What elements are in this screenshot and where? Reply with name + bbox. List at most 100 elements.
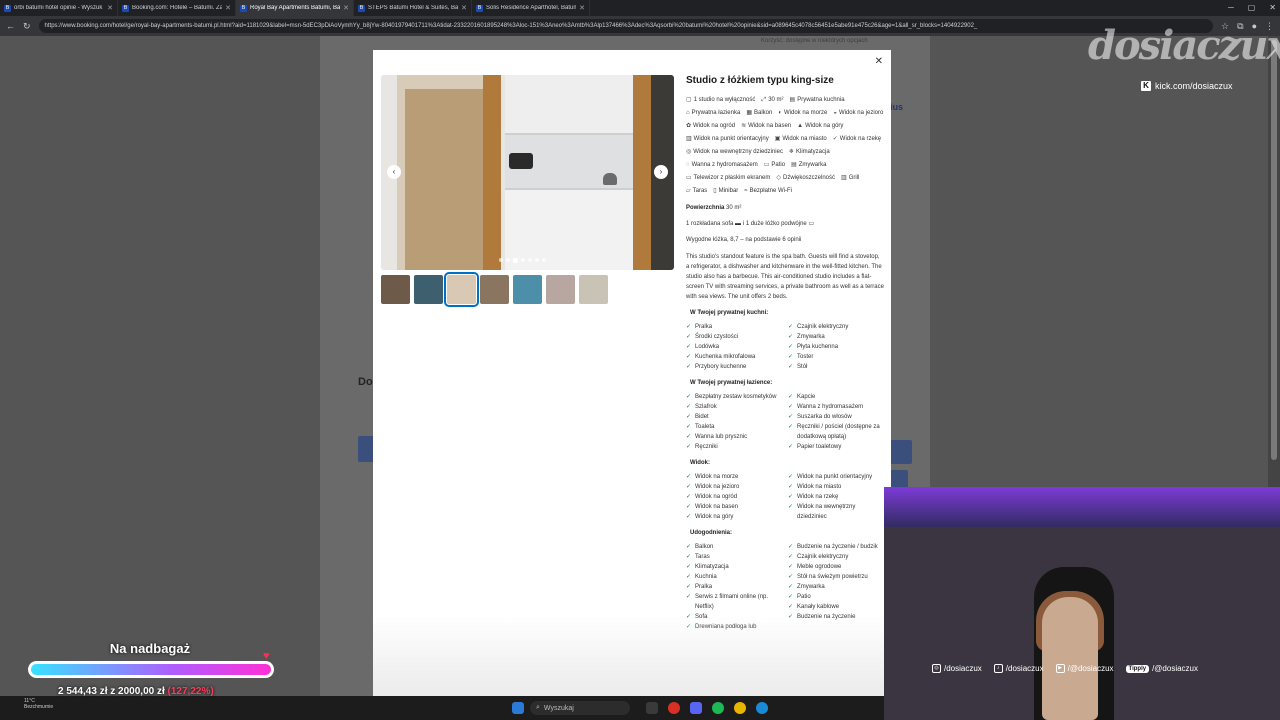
amenity-item: ✓ Widok na rzekę [788,492,884,502]
photo-dot[interactable] [528,258,532,262]
check-icon: ✓ [788,324,794,330]
bg-button-right [890,440,912,464]
photo-dot[interactable] [535,258,539,262]
tab-close-icon[interactable]: ✕ [461,4,467,12]
facility-item: ▭ Telewizor z płaskim ekranem [686,174,770,183]
browser-tab[interactable]: B Solis Residence Aparthotel, Batum ✕ [472,0,590,16]
amenity-item: ✓ Toster [788,352,884,362]
webcam-person [1042,597,1098,720]
facility-icon: ▦ [746,110,752,116]
photo-thumbnail[interactable] [513,275,542,304]
weather-widget[interactable]: 11°C Bezchmurnie [24,698,53,710]
minimize-icon[interactable]: ─ [1228,0,1234,16]
check-icon: ✓ [686,564,692,570]
heart-icon: ♥ [263,650,270,662]
room-description: This studio's standout feature is the sp… [686,254,884,300]
back-icon[interactable]: ← [6,21,15,31]
tab-close-icon[interactable]: ✕ [107,4,113,12]
photo-thumbnail[interactable] [546,275,575,304]
amenity-item: ✓ Kuchnia [686,572,782,582]
bg-section-title: Do [358,376,373,388]
facility-icon: ≋ [741,123,747,129]
taskbar-search[interactable]: ⌕ Wyszukaj [530,701,630,715]
spotify-icon[interactable] [712,702,724,714]
facility-icon: ✓ [832,136,838,142]
browser-tab[interactable]: B Royal Bay Apartments Batumi, Ba ✕ [236,0,354,16]
close-window-icon[interactable]: ✕ [1269,0,1276,16]
check-icon: ✓ [686,614,692,620]
check-icon: ✓ [788,494,794,500]
facility-icon: ◒ [833,110,837,116]
scrollbar-thumb[interactable] [1271,40,1277,460]
amenity-item-text: Lodówka [695,344,720,350]
social-handle: ♪/dosiaczux [993,664,1044,673]
check-icon: ✓ [788,484,794,490]
photo-thumbnail[interactable] [579,275,608,304]
photo-dot[interactable] [506,258,510,262]
amenity-item-text: Wanna z hydromasażem [797,404,864,410]
check-icon: ✓ [686,354,692,360]
goal-amount-text: 2 544,43 zł z 2000,00 zł [58,686,165,697]
bg-button [358,436,374,462]
photo-dot[interactable] [499,258,503,262]
amenity-item: ✓ Papier toaletowy [788,442,884,452]
amenity-item-text: Suszarka do włosów [797,414,852,420]
edge-icon[interactable] [756,702,768,714]
url-input[interactable]: https://www.booking.com/hotel/ge/royal-b… [38,19,1214,33]
next-photo-button[interactable]: › [654,165,668,179]
check-icon: ✓ [686,504,692,510]
facility-icon: ≈ [744,188,748,194]
photo-dot[interactable] [521,258,525,262]
facility-label: Widok na miasto [782,136,827,142]
check-icon: ✓ [686,424,692,430]
check-icon: ✓ [788,414,794,420]
amenity-item: ✓ Budzenie na życzenie / budzik [788,542,884,552]
photo-thumbnail[interactable] [414,275,443,304]
facility-label: Taras [692,188,708,194]
photo-dot[interactable] [542,258,546,262]
discord-icon[interactable] [690,702,702,714]
opera-icon[interactable] [668,702,680,714]
prev-photo-button[interactable]: ‹ [387,165,401,179]
amenity-item-text: Widok na punkt orientacyjny [797,474,873,480]
photo-thumbnail[interactable] [444,272,479,307]
amenity-item: ✓ Widok na ogród [686,492,782,502]
facility-item: ≋ Widok na basen [741,122,791,131]
tab-close-icon[interactable]: ✕ [579,4,585,12]
check-icon: ✓ [788,474,794,480]
amenity-item-text: Stół [797,364,808,370]
check-icon: ✓ [686,574,692,580]
amenity-item-text: Kuchenka mikrofalowa [695,354,756,360]
photo-door [405,89,483,270]
reload-icon[interactable]: ↻ [23,21,31,32]
task-view-icon[interactable] [646,702,658,714]
social-handles: ◎/dosiaczux ♪/dosiaczux ▶/@dosiaczux Tippl… [932,664,1198,673]
facility-item: ▱ Taras [686,187,707,196]
facility-label: Wanna z hydromasażem [691,162,758,168]
amenity-item-text: Bidet [695,414,709,420]
maximize-icon[interactable]: ▢ [1248,0,1256,16]
tab-close-icon[interactable]: ✕ [343,4,349,12]
amenity-item: ✓ Widok na miasto [788,482,884,492]
close-icon[interactable]: ✕ [875,56,883,67]
browser-tab[interactable]: B Booking.com: Hotele – Batumi. Za ✕ [118,0,236,16]
browser-tab[interactable]: Borbi batumi hotel opinie - Wyszuk ✕ [0,0,118,16]
windows-start-icon[interactable] [512,702,524,714]
amenity-item: ✓ Toaleta [686,422,782,432]
photo-dot[interactable] [513,258,518,263]
check-icon: ✓ [788,334,794,340]
amenity-item: ✓ Pralka [686,582,782,592]
photo-thumbnail[interactable] [480,275,509,304]
social-list: ◎/dosiaczux ♪/dosiaczux ▶/@dosiaczux [932,664,1114,673]
tab-close-icon[interactable]: ✕ [225,4,231,12]
amenity-section-heading: W Twojej prywatnej kuchni: [690,310,769,316]
photo-thumbnail[interactable] [381,275,410,304]
photo-gallery[interactable]: ‹ › [381,75,674,270]
tab-title: orbi batumi hotel opinie - Wyszuk [14,5,103,11]
chrome-icon[interactable] [734,702,746,714]
browser-tab[interactable]: B STEPS Batumi Hotel & Suites, Bat ✕ [354,0,472,16]
facility-label: Balkon [754,110,773,116]
goal-progress-fill [31,664,271,675]
amenity-item-text: Ręczniki / pościel (dostępne za dodatkow… [797,424,880,440]
amenity-item: ✓ Patio [788,592,884,602]
